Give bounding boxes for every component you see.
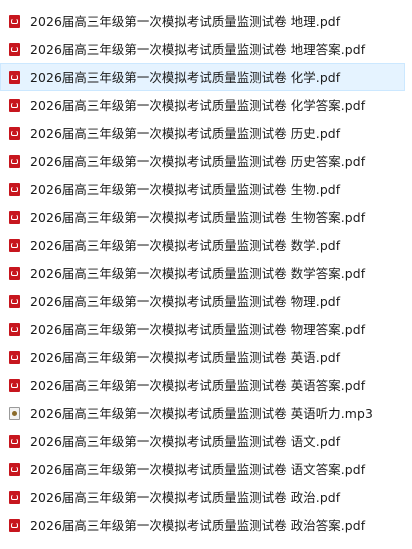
- pdf-icon: [9, 210, 20, 224]
- pdf-icon: [9, 182, 20, 196]
- pdf-icon: [9, 434, 20, 448]
- file-row[interactable]: 2026届高三年级第一次模拟考试质量监测试卷 数学.pdf: [0, 231, 412, 259]
- file-row[interactable]: 2026届高三年级第一次模拟考试质量监测试卷 生物答案.pdf: [0, 203, 412, 231]
- file-name: 2026届高三年级第一次模拟考试质量监测试卷 历史.pdf: [30, 126, 341, 141]
- pdf-icon: [9, 350, 20, 364]
- file-row[interactable]: 2026届高三年级第一次模拟考试质量监测试卷 政治答案.pdf: [0, 511, 412, 539]
- file-name: 2026届高三年级第一次模拟考试质量监测试卷 政治答案.pdf: [30, 518, 366, 533]
- file-row[interactable]: 2026届高三年级第一次模拟考试质量监测试卷 地理答案.pdf: [0, 35, 412, 63]
- file-row[interactable]: 2026届高三年级第一次模拟考试质量监测试卷 数学答案.pdf: [0, 259, 412, 287]
- file-name: 2026届高三年级第一次模拟考试质量监测试卷 语文答案.pdf: [30, 462, 366, 477]
- pdf-icon: [9, 238, 20, 252]
- file-row[interactable]: 2026届高三年级第一次模拟考试质量监测试卷 英语.pdf: [0, 343, 412, 371]
- file-name: 2026届高三年级第一次模拟考试质量监测试卷 地理.pdf: [30, 14, 341, 29]
- pdf-icon: [9, 126, 20, 140]
- file-name: 2026届高三年级第一次模拟考试质量监测试卷 政治.pdf: [30, 490, 341, 505]
- pdf-icon: [9, 462, 20, 476]
- file-row[interactable]: 2026届高三年级第一次模拟考试质量监测试卷 化学答案.pdf: [0, 91, 412, 119]
- file-row[interactable]: 2026届高三年级第一次模拟考试质量监测试卷 物理答案.pdf: [0, 315, 412, 343]
- pdf-icon: [9, 518, 20, 532]
- file-name: 2026届高三年级第一次模拟考试质量监测试卷 数学.pdf: [30, 238, 341, 253]
- file-name: 2026届高三年级第一次模拟考试质量监测试卷 物理答案.pdf: [30, 322, 366, 337]
- pdf-icon: [9, 266, 20, 280]
- file-name: 2026届高三年级第一次模拟考试质量监测试卷 化学答案.pdf: [30, 98, 366, 113]
- file-name: 2026届高三年级第一次模拟考试质量监测试卷 历史答案.pdf: [30, 154, 366, 169]
- pdf-icon: [9, 294, 20, 308]
- file-name: 2026届高三年级第一次模拟考试质量监测试卷 英语答案.pdf: [30, 378, 366, 393]
- pdf-icon: [9, 378, 20, 392]
- audio-file-icon: [9, 406, 20, 420]
- pdf-icon: [9, 42, 20, 56]
- pdf-icon: [9, 322, 20, 336]
- file-row[interactable]: 2026届高三年级第一次模拟考试质量监测试卷 历史.pdf: [0, 119, 412, 147]
- file-list: 2026届高三年级第一次模拟考试质量监测试卷 地理.pdf 2026届高三年级第一…: [0, 0, 412, 539]
- file-name: 2026届高三年级第一次模拟考试质量监测试卷 英语听力.mp3: [30, 406, 373, 421]
- file-name: 2026届高三年级第一次模拟考试质量监测试卷 英语.pdf: [30, 350, 341, 365]
- file-name: 2026届高三年级第一次模拟考试质量监测试卷 物理.pdf: [30, 294, 341, 309]
- file-row[interactable]: 2026届高三年级第一次模拟考试质量监测试卷 生物.pdf: [0, 175, 412, 203]
- file-row[interactable]: 2026届高三年级第一次模拟考试质量监测试卷 历史答案.pdf: [0, 147, 412, 175]
- file-name: 2026届高三年级第一次模拟考试质量监测试卷 生物答案.pdf: [30, 210, 366, 225]
- file-row[interactable]: 2026届高三年级第一次模拟考试质量监测试卷 化学.pdf: [0, 63, 405, 91]
- pdf-icon: [9, 70, 20, 84]
- pdf-icon: [9, 490, 20, 504]
- file-row[interactable]: 2026届高三年级第一次模拟考试质量监测试卷 地理.pdf: [0, 7, 412, 35]
- pdf-icon: [9, 14, 20, 28]
- file-row[interactable]: 2026届高三年级第一次模拟考试质量监测试卷 英语听力.mp3: [0, 399, 412, 427]
- file-row[interactable]: 2026届高三年级第一次模拟考试质量监测试卷 语文.pdf: [0, 427, 412, 455]
- file-name: 2026届高三年级第一次模拟考试质量监测试卷 地理答案.pdf: [30, 42, 366, 57]
- file-name: 2026届高三年级第一次模拟考试质量监测试卷 语文.pdf: [30, 434, 341, 449]
- pdf-icon: [9, 154, 20, 168]
- file-row[interactable]: 2026届高三年级第一次模拟考试质量监测试卷 物理.pdf: [0, 287, 412, 315]
- file-name: 2026届高三年级第一次模拟考试质量监测试卷 生物.pdf: [30, 182, 341, 197]
- file-row[interactable]: 2026届高三年级第一次模拟考试质量监测试卷 政治.pdf: [0, 483, 412, 511]
- file-row[interactable]: 2026届高三年级第一次模拟考试质量监测试卷 语文答案.pdf: [0, 455, 412, 483]
- file-row[interactable]: 2026届高三年级第一次模拟考试质量监测试卷 英语答案.pdf: [0, 371, 412, 399]
- pdf-icon: [9, 98, 20, 112]
- file-name: 2026届高三年级第一次模拟考试质量监测试卷 化学.pdf: [30, 70, 341, 85]
- file-name: 2026届高三年级第一次模拟考试质量监测试卷 数学答案.pdf: [30, 266, 366, 281]
